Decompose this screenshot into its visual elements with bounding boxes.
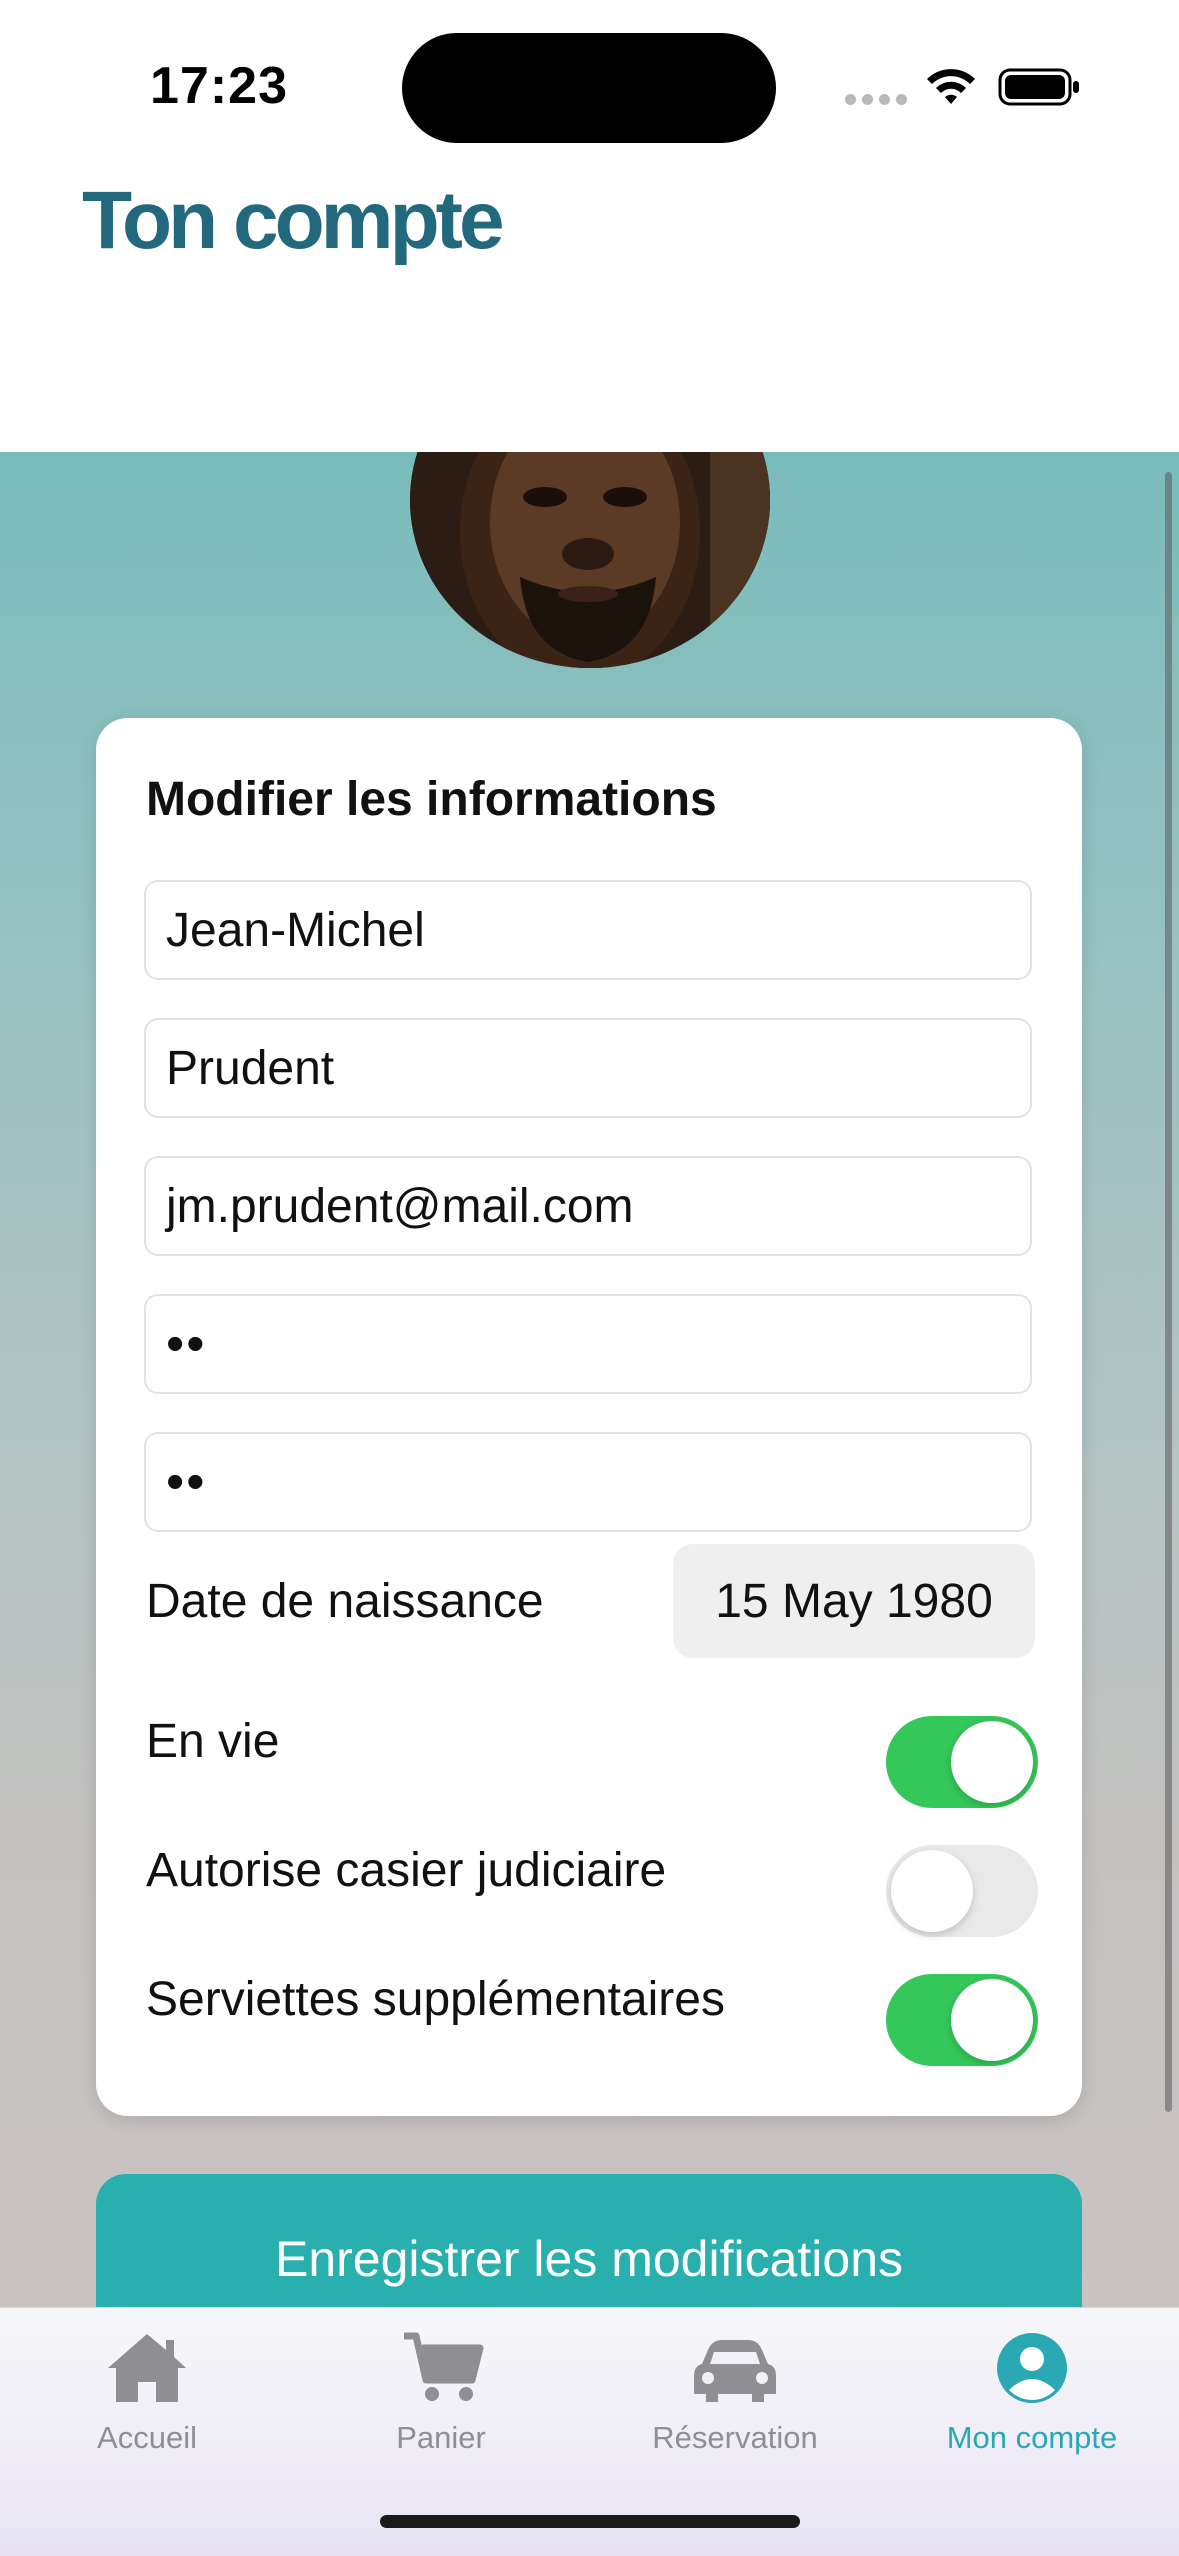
alive-toggle[interactable]	[886, 1716, 1038, 1808]
dynamic-island	[402, 33, 776, 143]
first-name-field[interactable]: Jean-Michel	[144, 880, 1032, 980]
toggle-knob	[891, 1850, 973, 1932]
edit-info-card: Modifier les informations Jean-Michel Pr…	[96, 718, 1082, 2116]
tab-label: Mon compte	[946, 2420, 1118, 2455]
cart-icon	[404, 2332, 484, 2401]
battery-icon	[998, 68, 1079, 106]
toggle-knob	[951, 1721, 1033, 1803]
birth-date-picker[interactable]: 15 May 1980	[673, 1544, 1035, 1658]
tab-label: Réservation	[652, 2420, 818, 2455]
wifi-icon	[927, 69, 975, 104]
tab-mon-compte[interactable]: Mon compte	[885, 2328, 1179, 2456]
tab-label: Panier	[396, 2420, 486, 2455]
house-icon	[108, 2334, 186, 2402]
tab-reservation[interactable]: Réservation	[588, 2328, 882, 2456]
status-time: 17:23	[150, 57, 288, 115]
account-content[interactable]: Modifier les informations Jean-Michel Pr…	[0, 452, 1179, 2307]
status-bar: 17:23	[0, 0, 1179, 170]
page-title: Ton compte	[82, 175, 505, 266]
password-field[interactable]: ••	[144, 1294, 1032, 1394]
save-changes-button[interactable]: Enregistrer les modifications	[96, 2174, 1082, 2307]
person-circle-icon	[997, 2333, 1067, 2403]
avatar[interactable]	[410, 452, 770, 668]
avatar-photo	[410, 452, 770, 668]
tab-accueil[interactable]: Accueil	[0, 2328, 294, 2456]
tab-panier[interactable]: Panier	[294, 2328, 588, 2456]
card-title: Modifier les informations	[146, 773, 717, 826]
toggle-label-extra-towels: Serviettes supplémentaires	[146, 1973, 725, 2026]
cellular-signal-icon	[845, 94, 907, 105]
toggle-knob	[951, 1979, 1033, 2061]
toggle-label-alive: En vie	[146, 1715, 280, 1768]
email-field[interactable]: jm.prudent@mail.com	[144, 1156, 1032, 1256]
toggle-label-criminal-record: Autorise casier judiciaire	[146, 1844, 667, 1897]
car-icon	[694, 2340, 776, 2402]
last-name-field[interactable]: Prudent	[144, 1018, 1032, 1118]
home-indicator[interactable]	[380, 2515, 800, 2528]
scrollbar[interactable]	[1165, 472, 1172, 2112]
tab-label: Accueil	[97, 2420, 197, 2455]
extra-towels-toggle[interactable]	[886, 1974, 1038, 2066]
header: Ton compte	[0, 150, 1179, 452]
password-confirm-field[interactable]: ••	[144, 1432, 1032, 1532]
birth-date-label: Date de naissance	[146, 1575, 544, 1628]
screen: 17:23 Ton compte Modifier les informatio…	[0, 0, 1179, 2556]
criminal-record-toggle[interactable]	[886, 1845, 1038, 1937]
